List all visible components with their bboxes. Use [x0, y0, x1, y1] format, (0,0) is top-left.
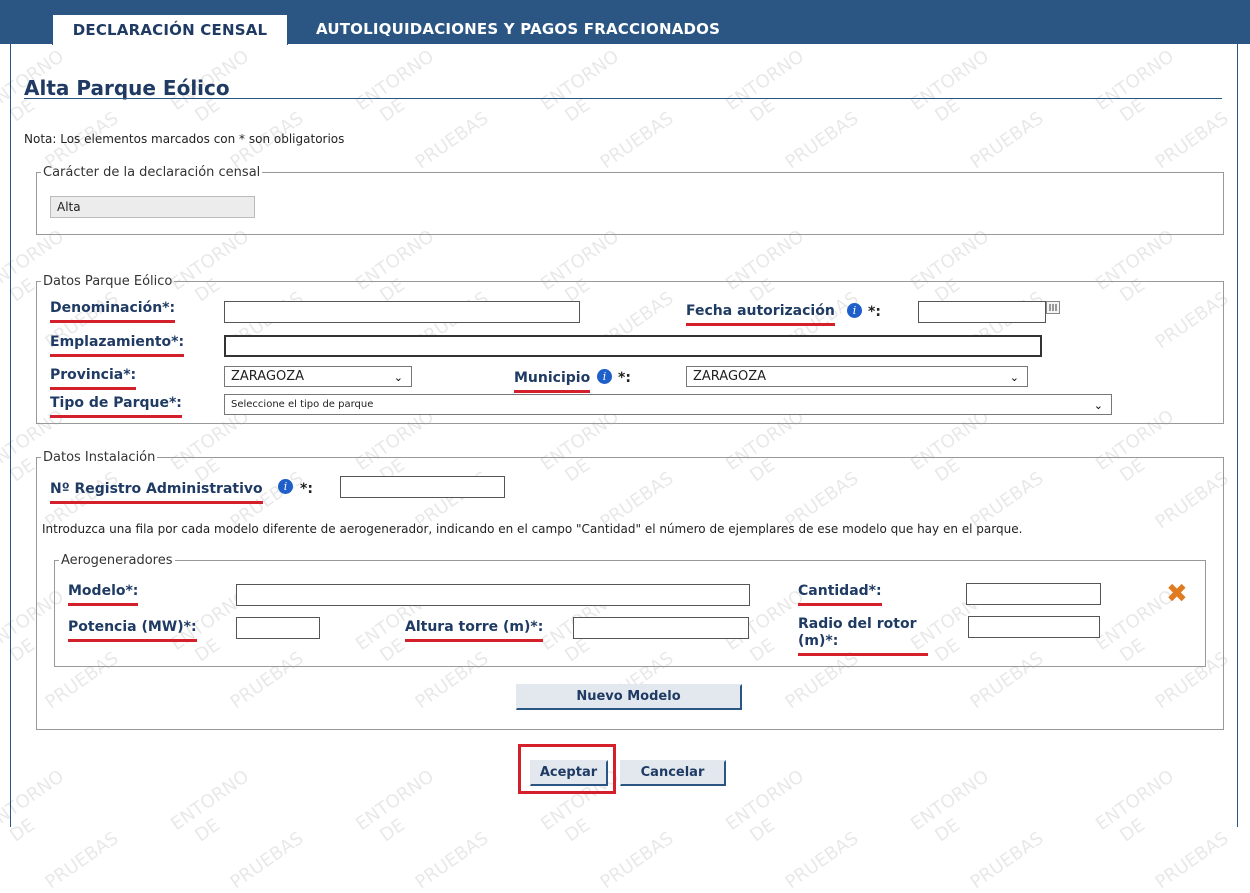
municipio-select[interactable]: ZARAGOZA ⌄	[686, 366, 1028, 387]
watermark-text: PRUEBAS	[226, 827, 308, 893]
municipio-required-mark: *:	[618, 370, 631, 386]
watermark-text: PRUEBAS	[781, 827, 863, 893]
fecha-required-mark: *:	[868, 304, 881, 320]
radio-label-line1: Radio del rotor	[798, 616, 917, 632]
tipo-parque-label: Tipo de Parque*:	[50, 395, 182, 418]
potencia-label: Potencia (MW)*:	[68, 619, 197, 642]
aceptar-button[interactable]: Aceptar	[530, 760, 608, 786]
registro-info-icon[interactable]: i	[278, 479, 293, 494]
watermark-text: PRUEBAS	[411, 827, 493, 893]
emplazamiento-input[interactable]	[224, 335, 1042, 357]
nuevo-modelo-button[interactable]: Nuevo Modelo	[516, 684, 742, 710]
municipio-label: Municipio	[514, 370, 591, 393]
denominacion-input[interactable]	[224, 301, 580, 323]
registro-label: Nº Registro Administrativo	[50, 481, 263, 504]
radio-label-line2: (m)*:	[798, 633, 928, 656]
provincia-label: Provincia*:	[50, 367, 137, 390]
calendar-icon[interactable]	[1046, 301, 1060, 314]
cantidad-input[interactable]	[966, 583, 1101, 605]
page-title: Alta Parque Eólico	[24, 76, 230, 100]
fecha-autorizacion-label: Fecha autorización	[686, 303, 835, 326]
registro-required-mark: *:	[300, 481, 313, 497]
delete-icon[interactable]: ✖	[1166, 581, 1188, 607]
watermark-text: PRUEBAS	[41, 827, 123, 893]
chevron-down-icon: ⌄	[1009, 371, 1019, 384]
required-note: Nota: Los elementos marcados con * son o…	[24, 132, 345, 146]
potencia-input[interactable]	[236, 617, 320, 639]
caracter-value: Alta	[50, 196, 255, 218]
tab-autoliquidaciones[interactable]: AUTOLIQUIDACIONES Y PAGOS FRACCIONADOS	[316, 14, 720, 44]
watermark-text: PRUEBAS	[596, 827, 678, 893]
parque-legend: Datos Parque Eólico	[43, 274, 173, 289]
chevron-down-icon: ⌄	[393, 371, 403, 384]
tipo-parque-select[interactable]: Seleccione el tipo de parque ⌄	[224, 394, 1112, 415]
cancelar-button[interactable]: Cancelar	[620, 760, 726, 786]
aerogeneradores-fieldset: Aerogeneradores	[54, 553, 1206, 667]
denominacion-label: Denominación*:	[50, 300, 176, 323]
altura-label: Altura torre (m)*:	[405, 619, 544, 642]
chevron-down-icon: ⌄	[1093, 399, 1103, 412]
modelo-label: Modelo*:	[68, 583, 139, 606]
provincia-select[interactable]: ZARAGOZA ⌄	[224, 366, 412, 387]
emplazamiento-label: Emplazamiento*:	[50, 334, 185, 357]
aerogeneradores-legend: Aerogeneradores	[61, 553, 173, 568]
modelo-input[interactable]	[236, 584, 750, 606]
instalacion-legend: Datos Instalación	[43, 450, 156, 465]
altura-input[interactable]	[573, 617, 749, 639]
provincia-value: ZARAGOZA	[231, 369, 305, 384]
tab-declaracion-censal[interactable]: DECLARACIÓN CENSAL	[52, 14, 288, 45]
fecha-info-icon[interactable]: i	[847, 303, 862, 318]
registro-input[interactable]	[340, 476, 505, 498]
instalacion-intro-text: Introduzca una fila por cada modelo dife…	[42, 522, 1023, 536]
cantidad-label: Cantidad*:	[798, 583, 882, 606]
watermark-text: PRUEBAS	[1151, 827, 1233, 893]
tipo-parque-value: Seleccione el tipo de parque	[231, 399, 374, 410]
title-divider	[24, 98, 1222, 99]
fecha-autorizacion-input[interactable]	[918, 301, 1046, 323]
municipio-info-icon[interactable]: i	[597, 369, 612, 384]
caracter-legend: Carácter de la declaración censal	[43, 165, 261, 180]
watermark-text: PRUEBAS	[966, 827, 1048, 893]
municipio-value: ZARAGOZA	[693, 369, 767, 384]
radio-input[interactable]	[968, 616, 1100, 638]
